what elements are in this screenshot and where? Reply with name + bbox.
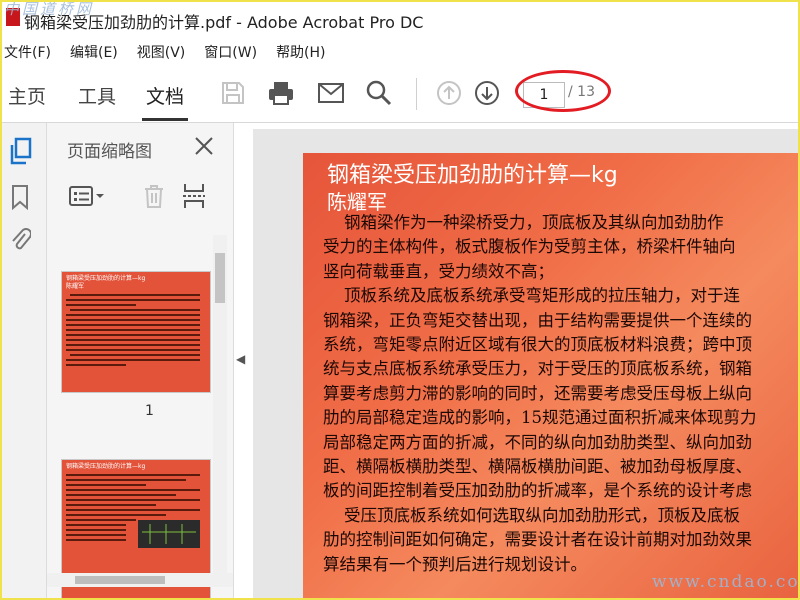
document-title: 钢箱梁受压加劲肋的计算—kg	[327, 163, 618, 188]
thumbnail-options-icon[interactable]	[67, 181, 107, 211]
collapse-panel-arrow-icon[interactable]: ◀	[236, 352, 245, 366]
menu-help[interactable]: 帮助(H)	[276, 42, 325, 62]
menu-view[interactable]: 视图(V)	[137, 42, 186, 62]
body-line: 算要考虑剪力滞的影响的同时，还需要考虑受压母板上纵向	[323, 383, 752, 403]
insert-page-icon[interactable]	[179, 181, 209, 211]
page-up-icon[interactable]	[434, 78, 464, 108]
thumbnail-list: 钢箱梁受压加劲肋的计算—kg 陈耀军 1 钢箱梁受压加劲肋的计算—kg	[47, 235, 233, 600]
thumbnail-1-title: 钢箱梁受压加劲肋的计算—kg	[66, 275, 146, 282]
thumbnail-scroll-thumb[interactable]	[215, 253, 225, 303]
body-line: 顶板系统及底板系统承受弯矩形成的拉压轴力，对于连	[323, 286, 740, 306]
menu-edit[interactable]: 编辑(E)	[70, 42, 118, 62]
thumbnail-2-title: 钢箱梁受压加劲肋的计算—kg	[66, 463, 146, 470]
thumbnail-vertical-scrollbar[interactable]	[213, 235, 227, 583]
thumbnail-page-1-label: 1	[145, 403, 154, 419]
body-line: 肋的控制间距如何确定，需要设计者在设计前期对加劲效果	[323, 530, 752, 550]
email-icon[interactable]	[316, 78, 346, 108]
body-line: 统与支点底板系统承受压力，对于受压的顶底板系统，钢箱	[323, 359, 752, 379]
print-icon[interactable]	[266, 78, 296, 108]
body-line: 系统，弯矩零点附近区域有很大的顶底板材料浪费；跨中顶	[323, 335, 752, 355]
delete-page-icon[interactable]	[139, 181, 169, 211]
active-tab-indicator	[142, 118, 188, 121]
thumbnail-1-author: 陈耀军	[66, 283, 85, 290]
body-line: 板的间距控制着受压加劲肋的折减率，是个系统的设计考虑	[323, 481, 752, 501]
thumbnail-page-1[interactable]: 钢箱梁受压加劲肋的计算—kg 陈耀军	[61, 271, 211, 393]
pdf-page: 钢箱梁受压加劲肋的计算—kg 陈耀军 钢箱梁作为一种梁桥受力，顶底板及其纵向加劲…	[303, 153, 800, 599]
navigation-rail	[0, 123, 47, 600]
tab-document[interactable]: 文档	[146, 82, 184, 109]
menu-file[interactable]: 文件(F)	[4, 42, 51, 62]
main-toolbar: 主页 工具 文档 1 / 13	[0, 66, 800, 123]
thumbnail-1-body	[62, 291, 210, 385]
body-line: 钢箱梁作为一种梁桥受力，顶底板及其纵向加劲肋作	[323, 213, 724, 232]
bookmark-icon[interactable]	[6, 183, 34, 211]
window-title: 钢箱梁受压加劲肋的计算.pdf - Adobe Acrobat Pro DC	[24, 13, 424, 32]
thumbnail-tools	[47, 175, 233, 219]
save-icon[interactable]	[218, 78, 248, 108]
page-down-icon[interactable]	[472, 78, 502, 108]
title-bar: 中国道桥网 钢箱梁受压加劲肋的计算.pdf - Adobe Acrobat Pr…	[0, 0, 800, 38]
menu-window[interactable]: 窗口(W)	[204, 42, 257, 62]
panel-title: 页面缩略图	[67, 142, 152, 162]
body-line: 局部稳定两方面的折减，不同的纵向加劲肋类型、纵向加劲	[323, 432, 752, 452]
document-view: 钢箱梁受压加劲肋的计算—kg 陈耀军 钢箱梁作为一种梁桥受力，顶底板及其纵向加劲…	[253, 129, 800, 600]
tab-tools[interactable]: 工具	[78, 82, 116, 109]
body-line: 钢箱梁，正负弯矩交替出现，由于结构需要提供一个连续的	[323, 310, 752, 330]
attachment-icon[interactable]	[6, 225, 34, 253]
highlight-annotation-oval	[515, 70, 611, 112]
pages-icon[interactable]	[6, 137, 34, 165]
watermark-bottom: www.cndao.com	[652, 572, 800, 592]
body-line: 距、横隔板横肋类型、横隔板横肋间距、被加劲母板厚度、	[323, 457, 752, 477]
body-line: 受压顶底板系统如何选取纵向加劲肋形式，顶板及底板	[323, 505, 740, 525]
menu-bar: 文件(F) 编辑(E) 视图(V) 窗口(W) 帮助(H)	[0, 40, 800, 64]
tab-home[interactable]: 主页	[8, 82, 46, 109]
search-icon[interactable]	[364, 78, 394, 108]
thumbnail-hscroll-thumb[interactable]	[75, 576, 165, 584]
body-line: 肋的局部稳定造成的影响，15规范通过面积折减来体现剪力	[323, 408, 757, 428]
body-line: 受力的主体构件，板式腹板作为受剪主体，桥梁杆件轴向	[323, 237, 736, 257]
thumbnail-horizontal-scrollbar[interactable]	[47, 573, 233, 587]
thumbnail-panel: 页面缩略图 钢箱梁受压加劲肋的计算—kg 陈耀军 1 钢箱梁受压加劲肋的计算—k…	[47, 123, 234, 600]
toolbar-separator	[416, 78, 417, 110]
body-line: 竖向荷载垂直，受力绩效不高；	[323, 261, 554, 281]
document-body: 钢箱梁作为一种梁桥受力，顶底板及其纵向加劲肋作 受力的主体构件，板式腹板作为受剪…	[323, 211, 800, 577]
close-icon[interactable]	[193, 135, 215, 157]
